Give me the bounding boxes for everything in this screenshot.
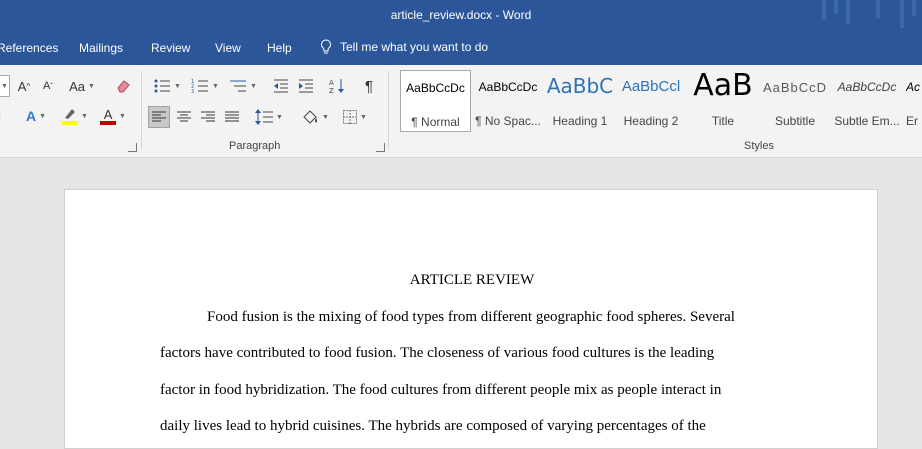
align-right-button[interactable] bbox=[197, 106, 219, 128]
highlight-swatch bbox=[62, 121, 79, 125]
decoration-bar bbox=[834, 0, 838, 14]
justify-button[interactable] bbox=[221, 106, 243, 128]
paragraph-group-label: Paragraph bbox=[229, 140, 281, 152]
style-subtitle[interactable]: AaBbCcD Subtitle bbox=[762, 70, 828, 132]
style-name: Subtle Em... bbox=[834, 114, 900, 128]
align-right-icon bbox=[201, 111, 215, 122]
style-name: Heading 1 bbox=[552, 114, 608, 128]
style-preview: Ac bbox=[906, 80, 921, 94]
svg-text:A: A bbox=[329, 79, 334, 87]
style-title[interactable]: AaB Title bbox=[687, 68, 759, 132]
shading-button[interactable]: ▼ bbox=[298, 106, 332, 128]
tab-mailings[interactable]: Mailings bbox=[79, 41, 123, 55]
style-name: Heading 2 bbox=[623, 114, 679, 128]
bullets-button[interactable]: ▼ bbox=[150, 75, 184, 97]
style-no-spacing[interactable]: AaBbCcDc ¶ No Spac... bbox=[474, 70, 542, 132]
tab-view[interactable]: View bbox=[215, 41, 241, 55]
group-separator bbox=[141, 71, 142, 149]
decoration-bar bbox=[822, 0, 826, 20]
grow-font-button[interactable]: A ^ bbox=[14, 75, 34, 97]
style-name: Subtitle bbox=[774, 114, 816, 128]
lightbulb-icon bbox=[321, 39, 331, 54]
align-center-icon bbox=[177, 111, 191, 122]
style-preview: AaBbCcD bbox=[762, 80, 828, 95]
bullets-icon bbox=[154, 79, 171, 93]
tab-help[interactable]: Help bbox=[267, 41, 292, 55]
decoration-bar bbox=[876, 0, 880, 18]
paragraph-line: factors have contributed to food fusion.… bbox=[160, 345, 715, 361]
style-emphasis[interactable]: Ac Er bbox=[906, 70, 922, 132]
style-preview: AaBbCcDc bbox=[406, 81, 465, 95]
paragraph-line: Food fusion is the mixing of food types … bbox=[207, 309, 735, 325]
document-page[interactable]: ARTICLE REVIEW Food fusion is the mixing… bbox=[64, 189, 878, 449]
line-spacing-button[interactable]: ▼ bbox=[252, 106, 286, 128]
show-formatting-marks-button[interactable]: ¶ bbox=[358, 75, 380, 97]
superscript-fragment[interactable]: ² bbox=[0, 105, 4, 127]
justify-icon bbox=[225, 111, 239, 122]
font-dialog-launcher[interactable] bbox=[128, 143, 137, 152]
style-heading-2[interactable]: AaBbCcl Heading 2 bbox=[618, 70, 684, 132]
borders-icon bbox=[343, 110, 358, 124]
text-effects-button[interactable]: A ▼ bbox=[20, 105, 52, 127]
style-normal[interactable]: AaBbCcDc ¶ Normal bbox=[400, 70, 471, 132]
numbering-icon: 123 bbox=[191, 79, 209, 94]
tell-me-box[interactable]: Tell me what you want to do bbox=[320, 39, 488, 55]
svg-text:3: 3 bbox=[191, 89, 194, 94]
align-left-button[interactable] bbox=[148, 106, 170, 128]
multilevel-list-icon bbox=[230, 80, 247, 92]
font-color-button[interactable]: A ▼ bbox=[96, 105, 130, 127]
styles-gallery: AaBbCcDc ¶ Normal AaBbCcDc ¶ No Spac... … bbox=[397, 68, 922, 134]
numbering-button[interactable]: 123 ▼ bbox=[188, 75, 222, 97]
borders-button[interactable]: ▼ bbox=[338, 106, 372, 128]
paint-bucket-icon bbox=[303, 110, 318, 124]
paragraph-dialog-launcher[interactable] bbox=[376, 143, 385, 152]
style-subtle-emphasis[interactable]: AaBbCcDc Subtle Em... bbox=[831, 70, 903, 132]
window-title: article_review.docx - Word bbox=[390, 8, 532, 22]
shrink-font-button[interactable]: Aˇ bbox=[38, 75, 58, 97]
document-title: ARTICLE REVIEW bbox=[409, 272, 535, 288]
change-case-button[interactable]: Aa ▼ bbox=[64, 75, 100, 97]
highlighter-icon bbox=[65, 109, 76, 119]
svg-text:Z: Z bbox=[329, 87, 334, 94]
paragraph-line: daily lives lead to hybrid cuisines. The… bbox=[160, 418, 706, 434]
decrease-indent-button[interactable] bbox=[270, 75, 292, 97]
style-preview: AaBbCcDc bbox=[837, 80, 897, 94]
increase-indent-icon bbox=[299, 79, 313, 93]
style-name: Er bbox=[906, 114, 918, 128]
decoration-bar bbox=[912, 0, 916, 16]
sort-button[interactable]: AZ bbox=[326, 75, 348, 97]
title-bar: article_review.docx - Word bbox=[0, 0, 922, 32]
tab-references[interactable]: References bbox=[0, 41, 58, 55]
tab-review[interactable]: Review bbox=[151, 41, 190, 55]
sort-icon: AZ bbox=[329, 79, 344, 94]
decrease-indent-icon bbox=[274, 79, 288, 93]
style-preview: AaB bbox=[693, 68, 753, 103]
style-name: ¶ No Spac... bbox=[475, 114, 541, 128]
paragraph-line: factor in food hybridization. The food c… bbox=[160, 382, 722, 398]
style-preview: AaBbCcDc bbox=[478, 80, 538, 94]
style-preview: AaBbC bbox=[546, 74, 614, 98]
line-spacing-icon bbox=[255, 109, 274, 125]
clear-formatting-button[interactable] bbox=[112, 75, 134, 97]
style-name: Title bbox=[711, 114, 735, 128]
align-left-icon bbox=[152, 111, 166, 122]
tell-me-label: Tell me what you want to do bbox=[340, 40, 489, 54]
increase-indent-button[interactable] bbox=[295, 75, 317, 97]
style-heading-1[interactable]: AaBbC Heading 1 bbox=[545, 70, 615, 132]
ribbon-tabs: References Mailings Review View Help Tel… bbox=[0, 32, 922, 65]
multilevel-list-button[interactable]: ▼ bbox=[226, 75, 260, 97]
font-color-swatch bbox=[100, 121, 117, 125]
eraser-icon bbox=[117, 80, 130, 93]
ribbon: ▼ A^ Aˇ Aa▼ ² A▼ ▼ A ▼ ▼ 123 ▼ bbox=[0, 65, 922, 158]
style-preview: AaBbCcl bbox=[621, 78, 681, 95]
decoration-bar bbox=[846, 0, 850, 24]
decoration-bar bbox=[900, 0, 904, 28]
highlight-color-button[interactable]: ▼ bbox=[58, 105, 92, 127]
group-separator bbox=[388, 71, 389, 149]
style-name: ¶ Normal bbox=[411, 115, 460, 129]
align-center-button[interactable] bbox=[173, 106, 195, 128]
font-size-dropdown[interactable]: ▼ bbox=[0, 75, 10, 97]
styles-group-label: Styles bbox=[744, 140, 774, 152]
